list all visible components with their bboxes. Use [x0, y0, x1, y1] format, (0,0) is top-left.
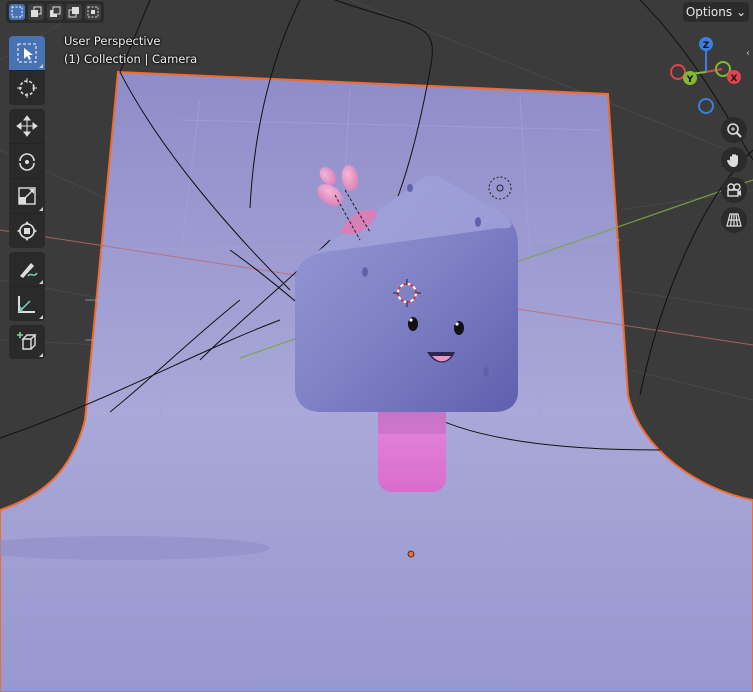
3d-viewport[interactable] — [0, 0, 753, 692]
zoom-icon[interactable] — [721, 117, 747, 143]
scene-render — [0, 0, 753, 692]
view-name-label: User Perspective — [64, 34, 161, 48]
perspective-grid-icon[interactable] — [721, 207, 747, 233]
cursor-icon[interactable] — [9, 70, 45, 105]
collection-info-label: (1) Collection | Camera — [64, 52, 198, 66]
y-axis-label: Y — [686, 75, 694, 85]
right-eye — [454, 321, 464, 335]
select-intersect-icon[interactable] — [85, 4, 101, 20]
measure-icon[interactable] — [9, 286, 45, 321]
rotate-icon[interactable] — [9, 143, 45, 178]
select-subtract-icon[interactable] — [47, 4, 63, 20]
navigation-gizmo[interactable]: Z Y X — [666, 34, 746, 118]
select-extend-icon[interactable] — [28, 4, 44, 20]
tool-shelf — [9, 36, 45, 363]
annotate-icon[interactable] — [9, 252, 45, 286]
selection-mode-bar — [6, 1, 104, 23]
scale-icon[interactable] — [9, 178, 45, 213]
x-axis-label: X — [731, 74, 738, 84]
add-cube-icon[interactable] — [9, 325, 45, 359]
pan-hand-icon[interactable] — [721, 147, 747, 173]
select-difference-icon[interactable] — [66, 4, 82, 20]
chevron-down-icon: ⌄ — [736, 5, 747, 19]
move-icon[interactable] — [9, 109, 45, 143]
left-eye — [408, 317, 418, 331]
sidebar-toggle-icon[interactable]: ‹ — [746, 48, 750, 59]
transform-icon[interactable] — [9, 213, 45, 248]
camera-view-icon[interactable] — [721, 177, 747, 203]
options-label: Options — [685, 5, 733, 19]
select-box-icon[interactable] — [9, 36, 45, 70]
z-axis-label: Z — [703, 41, 710, 51]
options-dropdown[interactable]: Options ⌄ — [683, 2, 749, 22]
origin-point — [407, 550, 415, 558]
neg-z-handle[interactable] — [698, 98, 714, 114]
select-new-icon[interactable] — [9, 4, 25, 20]
neg-x-handle[interactable] — [670, 64, 686, 80]
